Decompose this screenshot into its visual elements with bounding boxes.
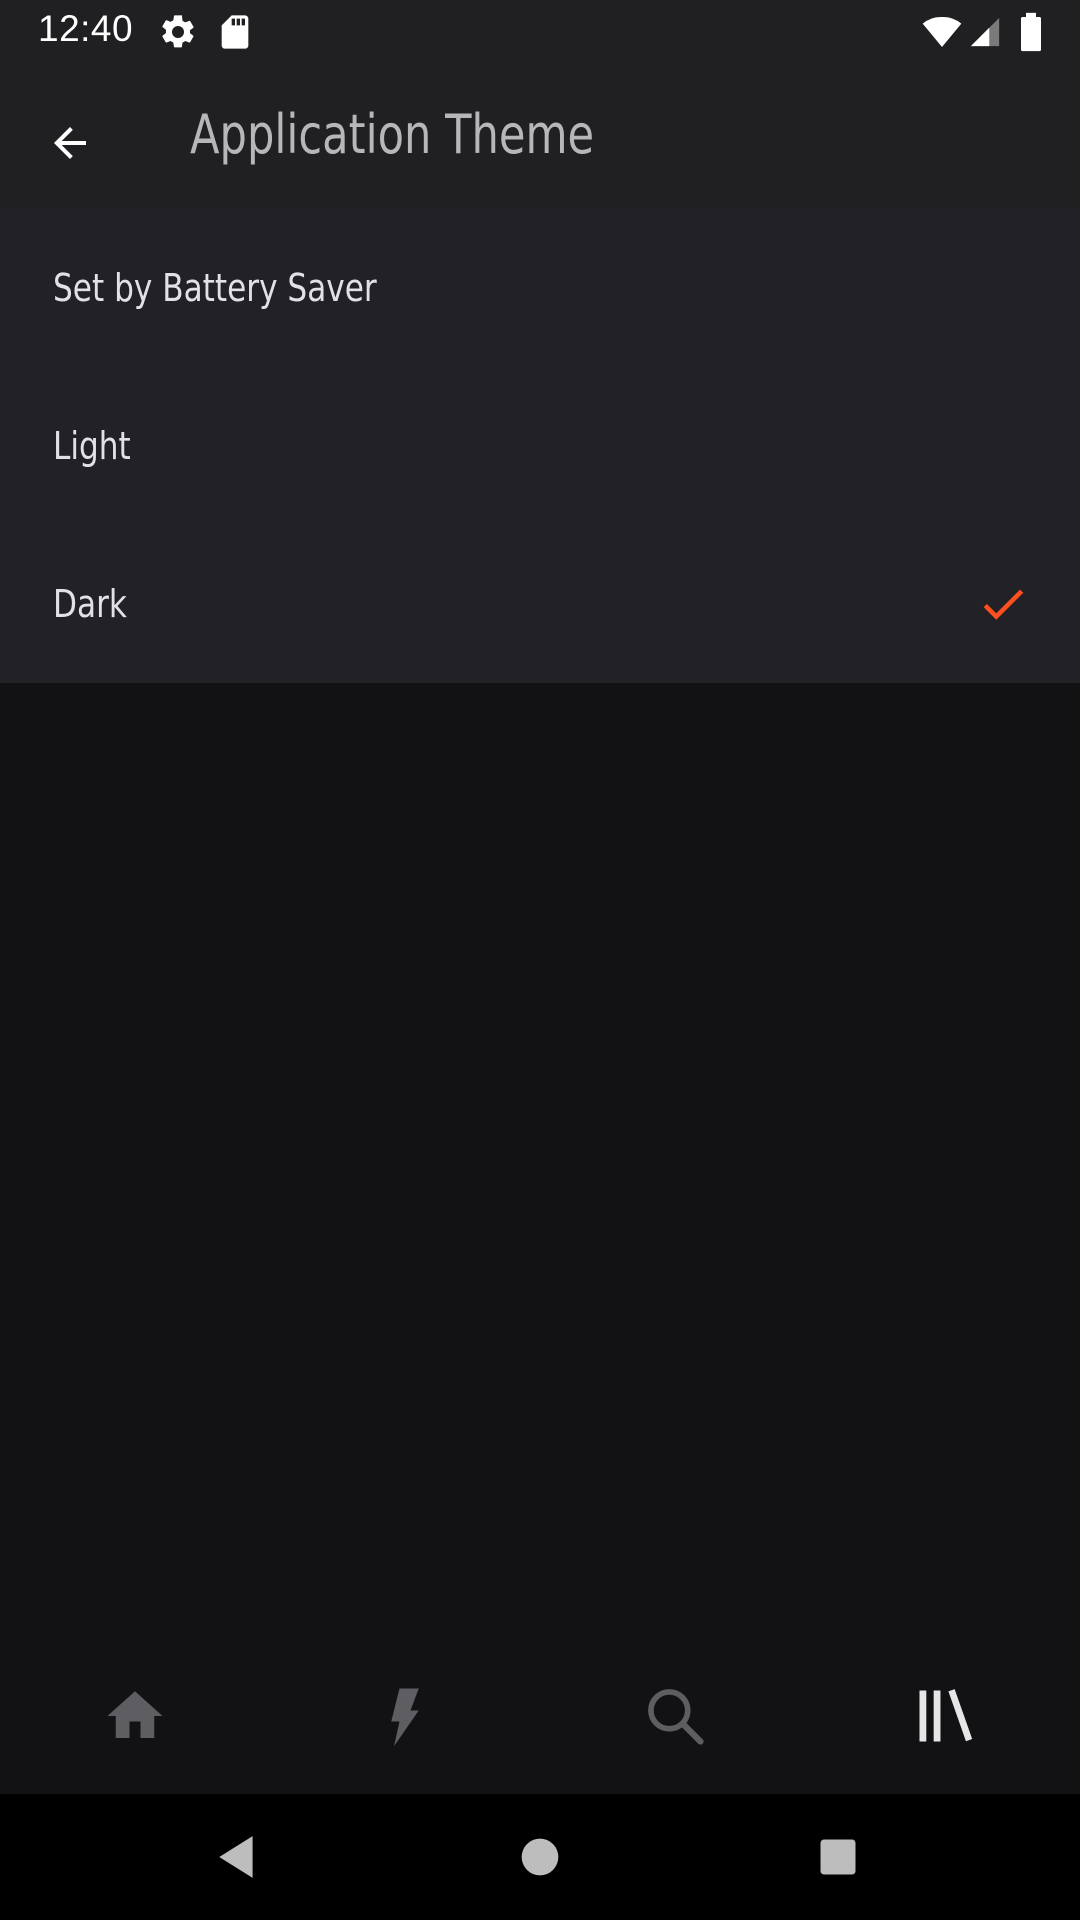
signal-icon [968,12,1008,52]
home-icon [107,1691,163,1738]
back-triangle-icon [219,1836,253,1878]
theme-options-list: Set by Battery Saver Light Dark [0,209,1080,683]
system-nav-bar [0,1794,1080,1920]
nav-search[interactable] [540,1638,810,1794]
nav-activity[interactable] [270,1638,540,1794]
option-label: Set by Battery Saver [53,266,377,310]
library-icon [919,1689,973,1742]
page-title: Application Theme [190,103,595,166]
option-dark[interactable]: Dark [0,525,1080,683]
status-bar: 12:40 [0,0,1080,63]
nav-home[interactable] [0,1638,270,1794]
recents-square-icon [820,1839,856,1875]
option-label: Light [53,424,131,468]
bottom-nav [0,1638,1080,1794]
nav-library[interactable] [810,1638,1080,1794]
option-light[interactable]: Light [0,367,1080,525]
back-button[interactable] [30,103,110,183]
wifi-icon [920,12,962,52]
option-label: Dark [53,582,127,626]
sd-card-icon [215,12,255,52]
gear-icon [158,12,198,52]
app-bar: Application Theme [0,63,1080,209]
system-back-button[interactable] [205,1824,271,1890]
search-icon [648,1689,704,1745]
system-recents-button[interactable] [805,1824,871,1890]
status-time: 12:40 [38,8,134,49]
lightning-icon [391,1688,419,1747]
battery-icon [1018,12,1058,52]
home-circle-icon [521,1838,559,1876]
system-home-button[interactable] [507,1824,573,1890]
arrow-left-icon [54,127,86,159]
checkmark-icon [983,589,1024,620]
option-battery-saver[interactable]: Set by Battery Saver [0,209,1080,367]
